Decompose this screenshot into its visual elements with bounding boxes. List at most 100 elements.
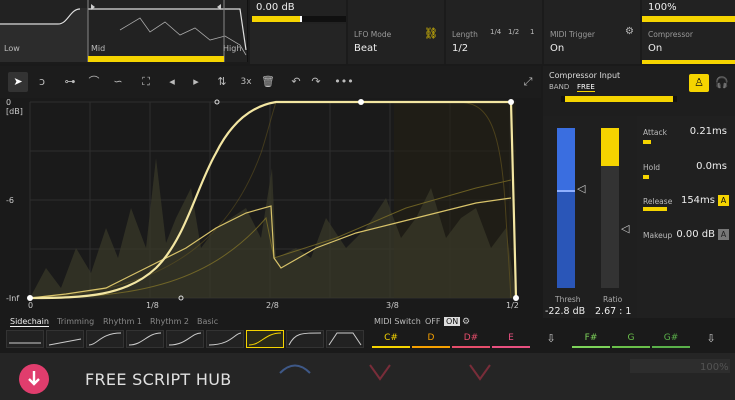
link-icon[interactable]: ⛓ — [424, 27, 438, 40]
gain-slider-handle[interactable] — [300, 16, 302, 22]
envelope-graph[interactable] — [6, 98, 526, 310]
release-auto-button[interactable]: A — [718, 195, 729, 206]
tab-basic[interactable]: Basic — [197, 317, 218, 326]
length-title: Length — [452, 30, 478, 39]
x-label-1-8: 1/8 — [146, 301, 159, 310]
redo-icon[interactable]: ↷ — [306, 72, 326, 92]
pointer-tool-icon[interactable]: ➤ — [8, 72, 28, 92]
shape-preset[interactable] — [86, 330, 124, 348]
midi-note-g-sharp[interactable]: G# — [652, 330, 690, 348]
midi-switch-on[interactable]: ON — [444, 317, 461, 326]
shape-preset[interactable] — [286, 330, 324, 348]
length-option-1[interactable]: 1 — [530, 28, 534, 36]
envelope-node[interactable] — [508, 99, 514, 105]
tab-trimming[interactable]: Trimming — [57, 317, 94, 326]
thresh-value: -22.8 dB — [545, 306, 586, 317]
compressor-params: Attack 0.21ms Hold 0.0ms Release 154ms A… — [637, 116, 735, 318]
line-shape-icon[interactable]: ⊶ — [60, 72, 80, 92]
expand-icon[interactable]: ⤢ — [518, 72, 538, 92]
midi-settings-icon[interactable]: ⚙ — [462, 317, 470, 327]
ratio-handle-icon[interactable]: ◁ — [621, 222, 629, 235]
release-label: Release — [643, 197, 673, 206]
release-value[interactable]: 154ms — [681, 195, 715, 206]
attack-label: Attack — [643, 128, 667, 137]
mix-slider[interactable] — [642, 16, 735, 22]
shape-preset[interactable] — [166, 330, 204, 348]
download-icon[interactable]: ⇩ — [532, 330, 570, 348]
length-value: 1/2 — [452, 43, 469, 54]
input-slider[interactable] — [561, 96, 677, 102]
lfo-mode-selector[interactable]: LFO Mode Beat ⛓ — [348, 24, 444, 64]
midi-note-d[interactable]: D — [412, 330, 450, 348]
headphones-icon[interactable]: 🎧 — [713, 74, 731, 92]
shape-preset[interactable] — [326, 330, 364, 348]
envelope-canvas[interactable] — [6, 98, 526, 310]
thresh-label: Thresh — [555, 295, 581, 304]
length-selector[interactable]: Length 1/2 1/4 1/2 1 — [446, 24, 542, 64]
band-high-label: High — [223, 44, 242, 53]
curve-shape-icon[interactable]: ⌒ — [84, 72, 104, 92]
ratio-value: 2.67 : 1 — [595, 306, 632, 317]
download-icon[interactable]: ⇩ — [692, 330, 730, 348]
shift-right-icon[interactable]: ▸ — [186, 72, 206, 92]
shape-preset[interactable] — [206, 330, 244, 348]
more-icon[interactable]: ••• — [334, 72, 354, 92]
release-bar[interactable] — [643, 207, 667, 211]
ratio-meter[interactable] — [601, 128, 619, 288]
midi-trigger-value: On — [550, 43, 565, 54]
hold-bar[interactable] — [643, 175, 649, 179]
length-option-1-2[interactable]: 1/2 — [508, 28, 519, 36]
undo-icon[interactable]: ↶ — [286, 72, 306, 92]
gain-control[interactable]: 0.00 dB — [250, 0, 346, 24]
banner-text[interactable]: FREE SCRIPT HUB — [85, 370, 232, 389]
tab-rhythm-2[interactable]: Rhythm 2 — [150, 317, 189, 326]
midi-note-g[interactable]: G — [612, 330, 650, 348]
shape-preset[interactable] — [126, 330, 164, 348]
threshold-meter[interactable] — [557, 128, 575, 288]
s-curve-shape-icon[interactable]: ∽ — [108, 72, 128, 92]
midi-trigger-selector[interactable]: MIDI Trigger On ⚙ — [544, 24, 640, 64]
gain-value: 0.00 dB — [256, 2, 295, 13]
mix-control[interactable]: 100% — [642, 0, 735, 24]
gain-slider[interactable] — [252, 16, 346, 22]
x-label-0: 0 — [28, 301, 34, 310]
gear-icon[interactable]: ⚙ — [625, 26, 634, 37]
midi-trigger-title: MIDI Trigger — [550, 30, 595, 39]
envelope-node[interactable] — [358, 99, 364, 105]
mix-slider-fill — [642, 16, 735, 22]
shape-preset[interactable] — [6, 330, 44, 348]
zoom-button[interactable]: 3x — [236, 72, 256, 92]
tab-rhythm-1[interactable]: Rhythm 1 — [103, 317, 142, 326]
midi-switch-off[interactable]: OFF — [425, 317, 441, 326]
shape-preset-selected[interactable] — [246, 330, 284, 348]
midi-note-f-sharp[interactable]: F# — [572, 330, 610, 348]
download-circle-icon[interactable] — [19, 364, 49, 394]
sidechain-listen-icon[interactable]: ♙ — [689, 74, 709, 92]
length-option-1-4[interactable]: 1/4 — [490, 28, 501, 36]
shape-preset[interactable] — [46, 330, 84, 348]
tab-sidechain[interactable]: Sidechain — [10, 317, 49, 327]
shift-left-icon[interactable]: ◂ — [162, 72, 182, 92]
draw-tool-icon[interactable]: ↄ — [32, 72, 52, 92]
midi-note-e[interactable]: E — [492, 330, 530, 348]
midi-note-c-sharp[interactable]: C# — [372, 330, 410, 348]
select-all-icon[interactable]: ⛶ — [136, 72, 156, 92]
y-unit: [dB] — [6, 107, 23, 116]
hold-value[interactable]: 0.0ms — [696, 161, 727, 172]
flip-vertical-icon[interactable]: ⇅ — [212, 72, 232, 92]
compressor-toggle[interactable]: Compressor On — [642, 24, 735, 64]
attack-value[interactable]: 0.21ms — [690, 126, 727, 137]
midi-note-d-sharp[interactable]: D# — [452, 330, 490, 348]
makeup-value[interactable]: 0.00 dB — [676, 229, 715, 240]
band-button[interactable]: BAND — [549, 83, 569, 91]
threshold-meter-top — [557, 128, 575, 190]
mini-spectrum[interactable]: Low Mid High — [0, 0, 248, 62]
threshold-handle-icon[interactable]: ◁ — [577, 182, 585, 195]
input-slider-fill — [565, 96, 673, 102]
free-button[interactable]: FREE — [577, 83, 595, 92]
footer-mix-ghost: 100% — [700, 362, 729, 373]
makeup-auto-button[interactable]: A — [718, 229, 729, 240]
hold-label: Hold — [643, 163, 661, 172]
attack-bar[interactable] — [643, 140, 651, 144]
trash-icon[interactable]: 🗑 — [258, 72, 278, 92]
